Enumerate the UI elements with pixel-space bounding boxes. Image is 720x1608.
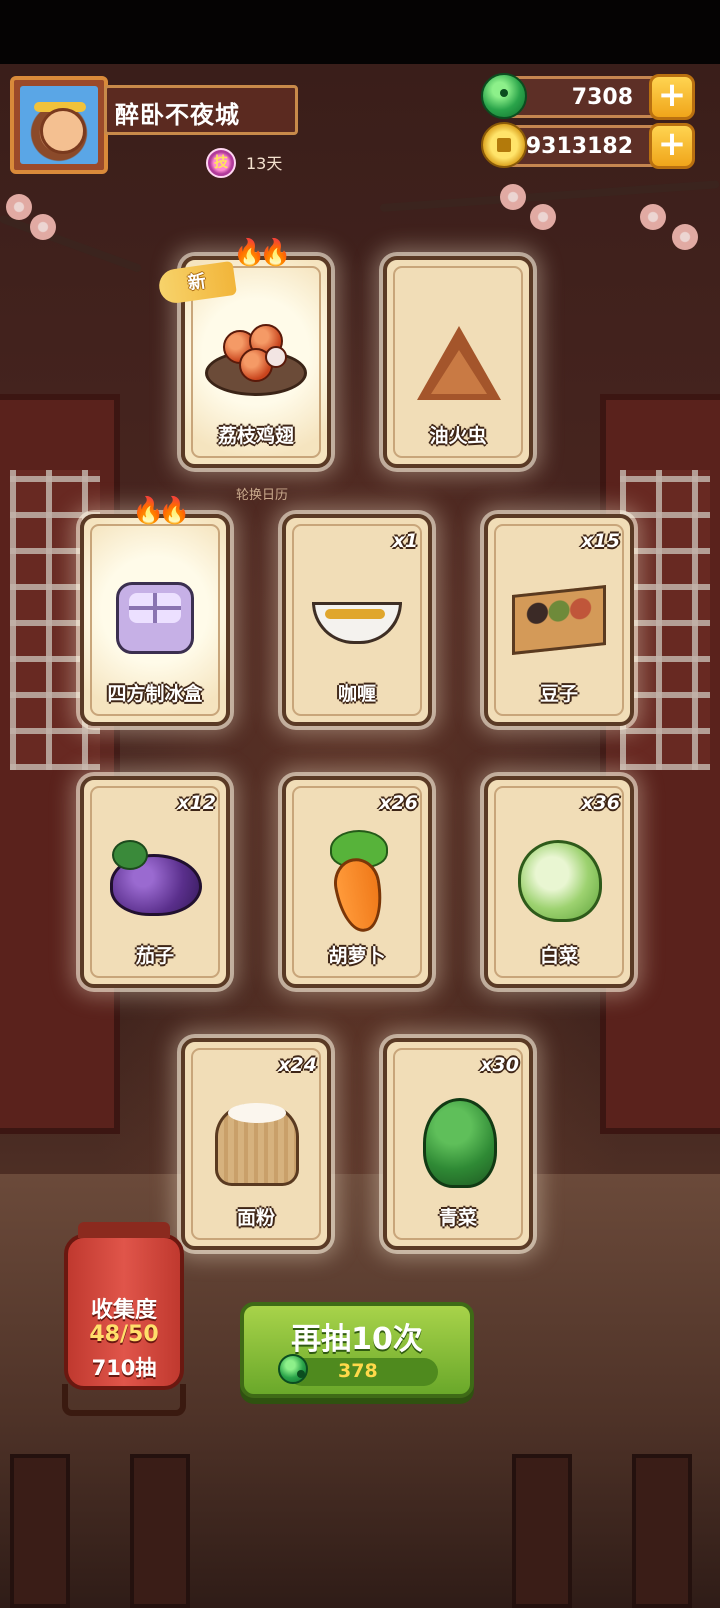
- add-jade-button[interactable]: +: [649, 74, 695, 120]
- collection-lantern[interactable]: 收集度 48/50 710抽: [62, 1222, 186, 1416]
- card-count: x12: [177, 792, 216, 814]
- blossom: [30, 214, 56, 240]
- blossom: [6, 194, 32, 220]
- jade-icon: [278, 1354, 308, 1384]
- blossom: [500, 184, 526, 210]
- flame-icon: 🔥: [158, 496, 191, 526]
- ice-box-icon: [104, 568, 206, 668]
- draw-cost-value: 378: [338, 1360, 378, 1382]
- card-name: 油火虫: [429, 425, 487, 447]
- player-name-box: 醉卧不夜城: [104, 85, 298, 135]
- coin-amount: 9313182: [525, 134, 633, 159]
- card-bok-choy[interactable]: x30 青菜: [383, 1038, 533, 1250]
- coin-icon: [481, 122, 527, 168]
- card-count: x26: [379, 792, 418, 814]
- rotation-calendar-label[interactable]: 轮换日历: [236, 484, 288, 503]
- card-eggplant[interactable]: x12 茄子: [80, 776, 230, 988]
- card-name: 茄子: [135, 945, 174, 967]
- card-count: x30: [480, 1054, 519, 1076]
- collection-progress: 48/50: [89, 1322, 159, 1347]
- status-bar: [0, 0, 720, 64]
- flame-icon: 🔥: [259, 238, 292, 268]
- eggplant-icon: [104, 830, 206, 930]
- draw-10-button[interactable]: 再抽10次 378: [240, 1302, 474, 1398]
- card-name: 白菜: [539, 945, 578, 967]
- flour-sack-icon: [205, 1092, 307, 1192]
- coin-resource: 9313182 +: [481, 122, 695, 169]
- total-draws: 710抽: [91, 1356, 157, 1380]
- carrot-icon: [306, 830, 408, 936]
- card-count: x1: [392, 530, 418, 552]
- card-name: 青菜: [438, 1207, 477, 1229]
- railing-post: [130, 1454, 190, 1608]
- card-name: 面粉: [236, 1207, 275, 1229]
- card-firefly-pastry[interactable]: 油火虫: [383, 256, 533, 468]
- card-count: x36: [581, 792, 620, 814]
- railing-post: [512, 1454, 572, 1608]
- monkey-king-avatar-icon: [20, 86, 98, 164]
- napa-cabbage-icon: [508, 830, 610, 930]
- draw-button-label: 再抽10次: [291, 1322, 423, 1357]
- blossom: [640, 204, 666, 230]
- card-name: 荔枝鸡翅: [217, 425, 294, 447]
- railing-post: [10, 1454, 70, 1608]
- card-flour[interactable]: x24 面粉: [181, 1038, 331, 1250]
- card-name: 四方制冰盒: [107, 683, 203, 705]
- card-count: x24: [278, 1054, 317, 1076]
- chicken-wings-dish-icon: [205, 310, 307, 410]
- card-ice-box[interactable]: 🔥 🔥 四方制冰盒: [80, 496, 230, 726]
- card-carrot[interactable]: x26 胡萝卜: [282, 776, 432, 988]
- beans-box-icon: [508, 568, 610, 668]
- card-name: 咖喱: [337, 683, 376, 705]
- card-napa-cabbage[interactable]: x36 白菜: [484, 776, 634, 988]
- blossom: [672, 224, 698, 250]
- days-count: 13天: [246, 154, 283, 173]
- add-coins-button[interactable]: +: [649, 123, 695, 169]
- player-name: 醉卧不夜城: [115, 101, 240, 129]
- card-curry[interactable]: x1 咖喱: [282, 514, 432, 726]
- draw-cost: 378: [278, 1354, 438, 1386]
- skill-badge-icon[interactable]: 技: [206, 148, 236, 178]
- jade-icon: [481, 73, 527, 119]
- player-avatar[interactable]: [10, 76, 108, 174]
- card-count: x15: [581, 530, 620, 552]
- railing-post: [632, 1454, 692, 1608]
- jade-resource: 7308 +: [481, 73, 695, 120]
- card-name: 豆子: [539, 683, 578, 705]
- blossom-branch: [0, 214, 143, 274]
- card-beans[interactable]: x15 豆子: [484, 514, 634, 726]
- bok-choy-icon: [407, 1092, 509, 1192]
- firefly-pastry-icon: [407, 310, 509, 410]
- collection-title: 收集度: [90, 1298, 157, 1323]
- jade-amount: 7308: [571, 85, 633, 110]
- curry-gravy-boat-icon: [306, 568, 408, 668]
- blossom: [530, 204, 556, 230]
- card-lychee-chicken-wings[interactable]: 🔥 🔥 新 荔枝鸡翅: [157, 238, 331, 468]
- left-door-panel: [0, 394, 120, 1134]
- card-name: 胡萝卜: [328, 945, 386, 967]
- right-door-panel: [600, 394, 720, 1134]
